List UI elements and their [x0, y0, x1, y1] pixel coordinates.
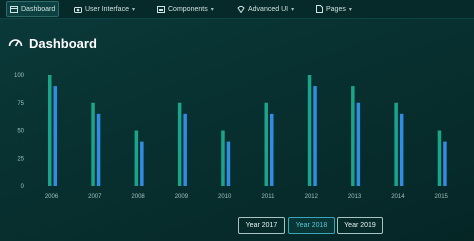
page-header: Dashboard: [8, 34, 97, 52]
year-2017-button[interactable]: Year 2017: [238, 217, 285, 234]
chevron-down-icon: ▾: [131, 6, 135, 13]
bar: [91, 102, 95, 186]
nav-item-label: Advanced UI: [248, 5, 289, 13]
x-tick-label: 2011: [262, 194, 276, 200]
speedometer-icon: [8, 34, 23, 52]
x-tick-label: 2007: [88, 194, 102, 200]
y-tick-label: 0: [21, 184, 25, 190]
bar: [140, 141, 144, 186]
x-tick-label: 2010: [218, 194, 232, 200]
nav-item-pages[interactable]: Pages ▾: [316, 0, 352, 18]
camera-icon: [74, 6, 82, 13]
chevron-down-icon: ▾: [291, 6, 295, 13]
nav-item-label: Dashboard: [21, 5, 56, 13]
chevron-down-icon: ▾: [210, 6, 214, 13]
bar: [53, 86, 57, 186]
bar: [221, 130, 225, 186]
year-2019-button[interactable]: Year 2019: [337, 217, 383, 234]
y-tick-label: 50: [17, 129, 24, 135]
nav-item-label: User Interface: [85, 5, 129, 13]
bar: [270, 113, 274, 186]
chevron-down-icon: ▾: [348, 6, 352, 13]
bar: [394, 102, 398, 186]
x-tick-label: 2013: [348, 194, 362, 200]
x-tick-label: 2012: [305, 194, 319, 200]
bar: [443, 141, 447, 186]
diamond-icon: [237, 5, 245, 13]
bar: [134, 130, 139, 186]
bar: [351, 86, 355, 186]
bar: [96, 113, 101, 186]
top-navigation: Dashboard User Interface ▾ Components ▾ …: [0, 0, 474, 19]
x-tick-label: 2014: [391, 194, 405, 200]
nav-item-advanced-ui[interactable]: Advanced UI ▾: [237, 0, 294, 18]
page-title: Dashboard: [29, 35, 97, 51]
bar: [313, 86, 317, 186]
dashboard-icon: [10, 5, 18, 13]
bar: [264, 102, 268, 186]
nav-item-label: Components: [168, 5, 208, 13]
year-2018-button[interactable]: Year 2018: [288, 217, 335, 234]
nav-item-user-interface[interactable]: User Interface ▾: [74, 0, 135, 18]
bar: [356, 102, 361, 186]
nav-item-dashboard[interactable]: Dashboard: [6, 1, 60, 17]
y-tick-label: 100: [14, 73, 25, 79]
x-tick-label: 2008: [131, 194, 145, 200]
bar: [307, 75, 312, 186]
bar: [437, 130, 442, 186]
bar: [48, 75, 52, 186]
page-icon: [316, 5, 323, 13]
y-tick-label: 75: [17, 101, 24, 107]
nav-item-components[interactable]: Components ▾: [157, 0, 214, 18]
x-tick-label: 2009: [175, 194, 189, 200]
x-tick-label: 2006: [45, 194, 59, 200]
bar: [177, 102, 182, 186]
nav-item-label: Pages: [326, 5, 346, 13]
x-tick-label: 2015: [435, 194, 449, 200]
bar: [399, 113, 404, 186]
y-tick-label: 25: [17, 156, 24, 162]
bar: [183, 113, 187, 186]
bar-chart: 0 25 50 75 100 2006 2007 2008 2009 2010 2011 2012 20…: [14, 73, 449, 200]
bar: [226, 141, 231, 186]
calendar-icon: [157, 5, 165, 13]
